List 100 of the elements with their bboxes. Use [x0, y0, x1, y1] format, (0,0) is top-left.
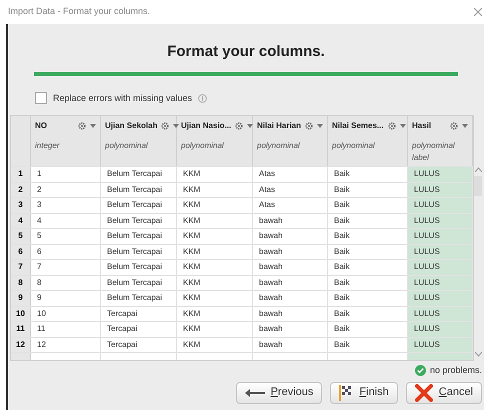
caret-icon[interactable]: [90, 124, 96, 128]
row-number: 3: [11, 198, 31, 212]
row-number: 8: [11, 276, 31, 290]
gear-icon[interactable]: [161, 122, 170, 130]
table-cell: Belum Tercapai: [101, 291, 177, 306]
row-number: 7: [11, 260, 31, 274]
table-cell: LULUS: [408, 322, 473, 336]
table-cell: KKM: [177, 338, 253, 352]
table-cell: KKM: [177, 244, 253, 259]
table-cell: Belum Tercapai: [101, 276, 177, 290]
table-cell: LULUS: [408, 276, 473, 290]
gear-icon[interactable]: [450, 122, 458, 130]
table-cell: 1: [31, 167, 101, 182]
info-icon[interactable]: [198, 94, 208, 103]
table-cell: KKM: [177, 322, 253, 336]
table-cell: LULUS: [408, 291, 473, 306]
table-cell: 7: [31, 260, 101, 274]
row-number: 9: [11, 291, 31, 306]
table-cell: LULUS: [408, 167, 473, 182]
table-cell: KKM: [177, 214, 253, 228]
gear-icon[interactable]: [235, 122, 244, 130]
table-cell: bawah: [253, 229, 328, 244]
table-cell: Belum Tercapai: [101, 260, 177, 274]
table-cell: KKM: [177, 198, 253, 212]
caret-icon[interactable]: [173, 124, 180, 128]
column-type: polynominal: [412, 140, 456, 152]
column-type: polynominal: [181, 140, 225, 152]
column-name: Nilai Harian: [257, 120, 302, 132]
table-cell: 9: [31, 291, 101, 306]
table-cell: LULUS: [408, 214, 473, 228]
row-number: 12: [11, 338, 31, 352]
column-type: polynominal: [105, 140, 149, 152]
status-text: no problems.: [430, 364, 482, 377]
table-cell: KKM: [177, 260, 253, 274]
caret-icon[interactable]: [317, 124, 324, 128]
table-cell: LULUS: [408, 338, 473, 352]
previous-button[interactable]: Previous: [236, 382, 322, 404]
table-cell: bawah: [253, 276, 328, 290]
row-number: 1: [11, 167, 31, 182]
table-cell: Belum Tercapai: [101, 198, 177, 212]
page-heading: Format your columns.: [166, 42, 326, 62]
table-cell: LULUS: [408, 182, 473, 197]
table-cell: Atas: [253, 182, 328, 197]
table-cell: KKM: [177, 229, 253, 244]
row-number: 11: [11, 322, 31, 336]
table-cell: Belum Tercapai: [101, 229, 177, 244]
table-cell: LULUS: [408, 260, 473, 274]
table-cell: Belum Tercapai: [101, 182, 177, 197]
table-cell: KKM: [177, 306, 253, 321]
caret-icon[interactable]: [247, 124, 254, 128]
check-circle-icon: [414, 365, 426, 376]
table-cell: KKM: [177, 276, 253, 290]
scroll-up-icon[interactable]: [474, 167, 482, 172]
gear-icon[interactable]: [388, 122, 396, 130]
table-cell: bawah: [253, 322, 328, 336]
row-number: 2: [11, 182, 31, 197]
table-cell: bawah: [253, 338, 328, 352]
table-cell: Atas: [253, 167, 328, 182]
row-number: 4: [11, 214, 31, 228]
column-name: Hasil: [412, 120, 432, 132]
table-cell: 4: [31, 214, 101, 228]
column-type: polynominal: [332, 140, 376, 152]
table-cell: bawah: [253, 260, 328, 274]
table-cell: Belum Tercapai: [101, 167, 177, 182]
table-cell: bawah: [253, 291, 328, 306]
table-cell: KKM: [177, 291, 253, 306]
column-name: Ujian Nasio...: [181, 120, 232, 132]
gear-icon[interactable]: [305, 122, 314, 130]
column-name: Ujian Sekolah: [105, 120, 158, 132]
checkbox-label: Replace errors with missing values: [53, 92, 192, 105]
table-cell: 8: [31, 276, 101, 290]
scroll-down-icon[interactable]: [474, 352, 482, 357]
table-cell: Belum Tercapai: [101, 214, 177, 228]
caret-icon[interactable]: [400, 124, 406, 128]
table-cell: KKM: [177, 167, 253, 182]
column-type: polynominal: [257, 140, 301, 152]
table-cell: 11: [31, 322, 101, 336]
cancel-button[interactable]: Cancel: [406, 382, 482, 404]
table-cell: 6: [31, 244, 101, 259]
table-cell: LULUS: [408, 306, 473, 321]
table-cell: Atas: [253, 198, 328, 212]
cross-icon: [414, 384, 433, 402]
column-role: label: [412, 152, 430, 164]
table-cell: 3: [31, 198, 101, 212]
checkbox[interactable]: [35, 92, 47, 104]
table-cell: Tercapai: [101, 338, 177, 352]
column-name: Nilai Semes...: [332, 120, 384, 132]
caret-icon[interactable]: [462, 124, 468, 128]
table-cell: LULUS: [408, 244, 473, 259]
table-cell: LULUS: [408, 229, 473, 244]
row-number: 10: [11, 306, 31, 321]
row-number: 5: [11, 229, 31, 244]
close-icon[interactable]: [474, 8, 482, 16]
flag-icon: [339, 384, 354, 400]
finish-button[interactable]: Finish: [330, 382, 398, 404]
window-title: Import Data - Format your columns.: [8, 5, 150, 18]
scroll-thumb[interactable]: [474, 176, 482, 196]
table-cell: 2: [31, 182, 101, 197]
gear-icon[interactable]: [78, 122, 86, 130]
table-cell: Tercapai: [101, 322, 177, 336]
